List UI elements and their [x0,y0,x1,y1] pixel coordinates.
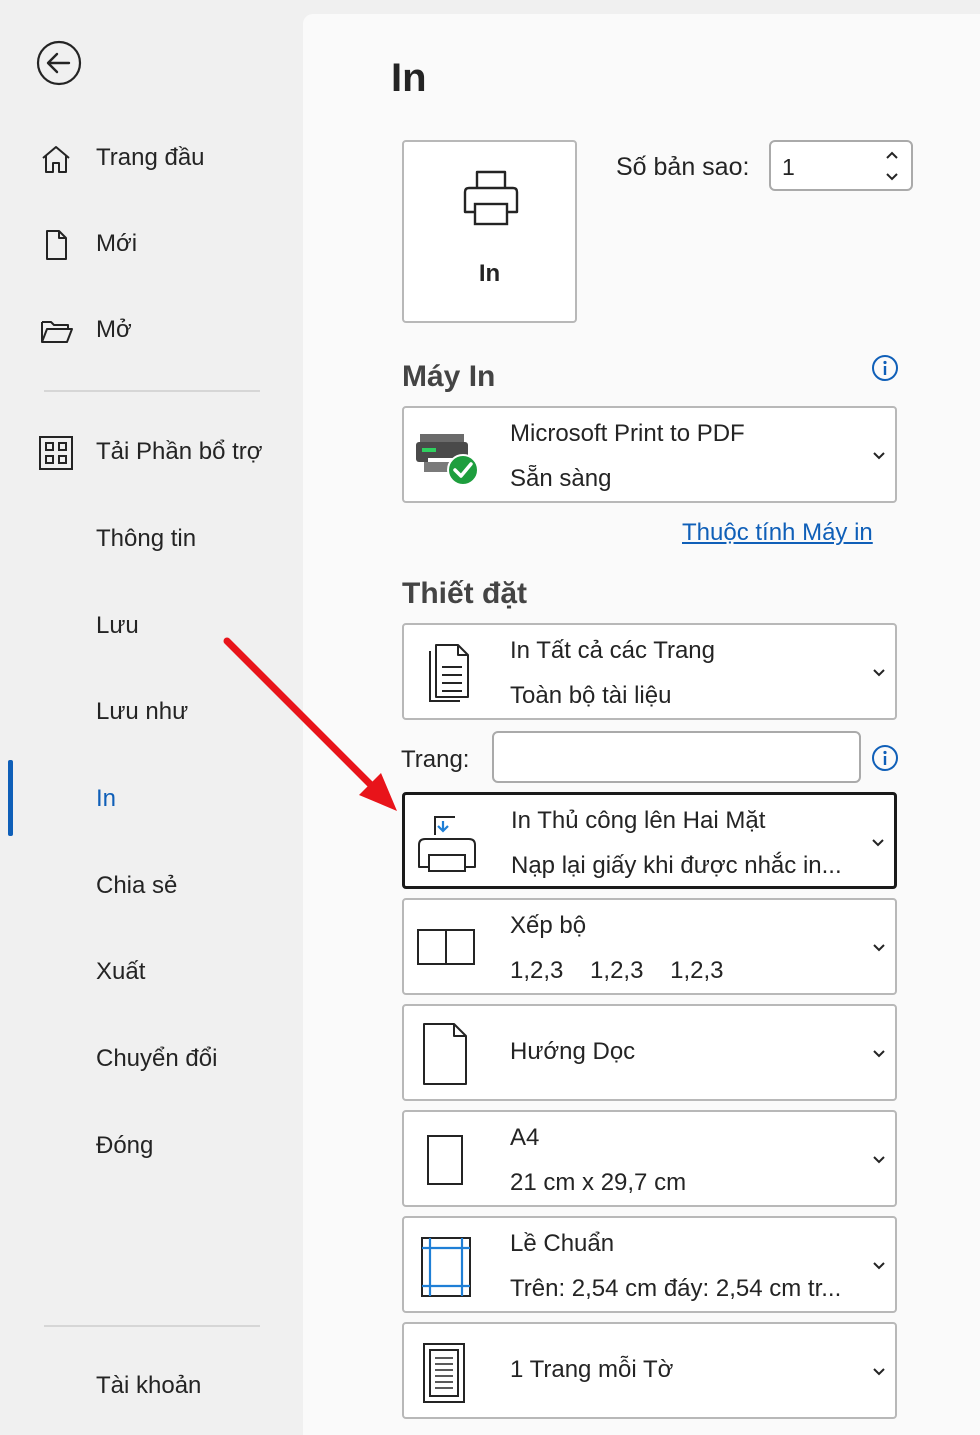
chevron-down-icon [873,1050,885,1058]
printer-dropdown[interactable]: Microsoft Print to PDF Sẵn sàng [402,406,897,503]
chevron-down-icon [873,669,885,677]
sidebar-item-convert[interactable]: Chuyển đổi [0,1034,300,1084]
addins-grid-icon [39,436,73,470]
pages-icon [429,644,469,702]
sidebar-item-label: In [96,785,117,812]
pages-input[interactable] [492,731,861,783]
printer-properties-link[interactable]: Thuộc tính Máy in [682,519,873,547]
paper-size-subtitle: 21 cm x 29,7 cm [510,1169,687,1196]
sidebar-item-label: Mới [96,230,138,257]
chevron-up-icon[interactable] [883,146,901,164]
sidebar-item-open[interactable]: Mở [0,305,300,355]
printer-status: Sẵn sàng [510,465,612,492]
sidebar-item-label: Tải Phần bổ trợ [96,438,263,465]
pages-per-sheet-title: 1 Trang mỗi Tờ [510,1356,674,1383]
copies-stepper[interactable]: 1 [769,140,913,191]
collate-title: Xếp bộ [510,912,587,939]
chevron-down-icon [872,839,884,847]
duplex-title: In Thủ công lên Hai Mặt [511,807,766,834]
sidebar-item-label: Chuyển đổi [96,1045,218,1072]
print-range-dropdown[interactable]: In Tất cả các Trang Toàn bộ tài liệu [402,623,897,720]
sidebar-divider [44,390,260,392]
print-range-title: In Tất cả các Trang [510,637,715,664]
sidebar-divider [44,1325,260,1327]
sidebar-item-account[interactable]: Tài khoản [0,1361,300,1411]
pages-label: Trang: [401,746,470,773]
copies-label: Số bản sao: [616,153,750,181]
sidebar-item-label: Tài khoản [96,1372,202,1399]
sidebar-item-label: Mở [96,316,132,343]
sidebar-item-new[interactable]: Mới [0,219,300,269]
collate-icon [417,929,475,965]
duplex-subtitle: Nạp lại giấy khi được nhắc in... [511,852,842,879]
collate-dropdown[interactable]: Xếp bộ 1,2,3 1,2,3 1,2,3 [402,898,897,995]
orientation-title: Hướng Dọc [510,1038,636,1065]
page-title: In [391,56,427,100]
manual-duplex-printer-icon [418,816,476,872]
sidebar-item-info[interactable]: Thông tin [0,514,300,564]
sidebar-item-label: Thông tin [96,525,197,552]
margins-title: Lề Chuẩn [510,1230,615,1257]
chevron-down-icon [873,1368,885,1376]
printer-ready-icon [416,434,479,486]
chevron-down-icon [873,1156,885,1164]
paper-size-title: A4 [510,1124,540,1151]
paper-size-icon [427,1135,463,1185]
sidebar-item-share[interactable]: Chia sẻ [0,861,300,911]
new-document-icon [46,230,67,260]
print-range-subtitle: Toàn bộ tài liệu [510,682,672,709]
pages-per-sheet-dropdown[interactable]: 1 Trang mỗi Tờ [402,1322,897,1419]
margins-icon [421,1237,471,1297]
sidebar-item-save-as[interactable]: Lưu như [0,687,300,737]
sidebar-item-label: Đóng [96,1132,154,1159]
chevron-down-icon[interactable] [883,168,901,186]
sidebar-item-save[interactable]: Lưu [0,601,300,651]
printer-section-title: Máy In [402,360,496,393]
portrait-page-icon [423,1023,467,1085]
home-icon [42,146,70,173]
backstage-sidebar: Trang đầu Mới Mở Tải Phần bổ trợ Thông t… [0,0,303,1435]
orientation-dropdown[interactable]: Hướng Dọc [402,1004,897,1101]
sidebar-item-label: Lưu [96,612,139,639]
sidebar-item-close[interactable]: Đóng [0,1121,300,1171]
copies-value: 1 [782,154,795,180]
back-button[interactable] [36,40,82,86]
chevron-down-icon [873,1262,885,1270]
chevron-down-icon [873,944,885,952]
sidebar-item-home[interactable]: Trang đầu [0,133,300,183]
sidebar-item-label: Trang đầu [96,144,205,171]
paper-size-dropdown[interactable]: A4 21 cm x 29,7 cm [402,1110,897,1207]
info-icon[interactable] [871,354,899,382]
printer-icon [463,170,519,226]
printer-name: Microsoft Print to PDF [510,420,745,447]
settings-section-title: Thiết đặt [402,577,527,610]
print-button[interactable]: In [402,140,577,323]
duplex-dropdown[interactable]: In Thủ công lên Hai Mặt Nạp lại giấy khi… [402,792,897,889]
folder-open-icon [41,321,73,343]
collate-subtitle: 1,2,3 1,2,3 1,2,3 [510,957,724,984]
print-button-label: In [478,260,501,287]
sidebar-item-label: Chia sẻ [96,872,178,899]
sidebar-item-export[interactable]: Xuất [0,947,300,997]
sidebar-item-label: Lưu như [96,698,189,725]
info-icon[interactable] [871,744,899,772]
margins-subtitle: Trên: 2,54 cm đáy: 2,54 cm tr... [510,1275,842,1302]
sidebar-item-addins[interactable]: Tải Phần bổ trợ [0,427,300,477]
pages-per-sheet-icon [423,1343,465,1403]
sidebar-item-label: Xuất [96,958,146,985]
back-arrow-icon [36,40,82,86]
chevron-down-icon [873,452,885,460]
margins-dropdown[interactable]: Lề Chuẩn Trên: 2,54 cm đáy: 2,54 cm tr..… [402,1216,897,1313]
sidebar-item-print[interactable]: In [0,774,300,824]
